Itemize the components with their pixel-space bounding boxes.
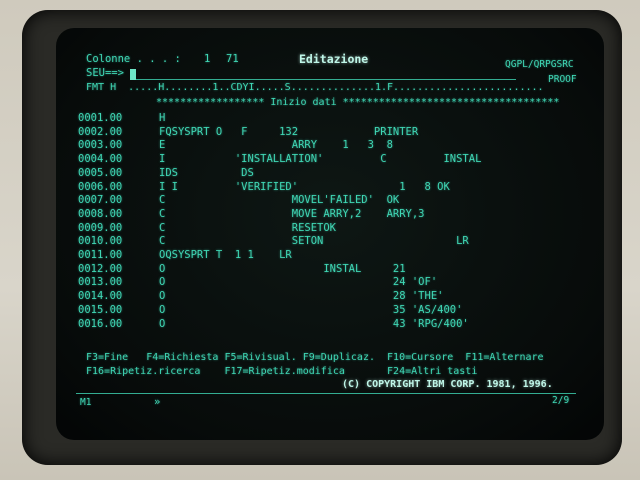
function-keys-line-1: F3=Fine F4=Richiesta F5=Rivisual. F9=Dup… (86, 352, 544, 363)
seu-command-prompt: SEU==> (86, 67, 124, 79)
source-line-code[interactable]: O 43 'RPG/400' (159, 318, 469, 331)
copyright-notice: (C) COPYRIGHT IBM CORP. 1981, 1996. (342, 379, 553, 390)
source-line-seq[interactable]: 0009.00 (78, 222, 122, 235)
source-line-seq[interactable]: 0013.00 (78, 276, 122, 289)
source-line-code[interactable]: E ARRY 1 3 8 (159, 139, 393, 152)
monitor-housing: Colonne . . . : 1 71 Editazione QGPL/QRP… (0, 0, 640, 480)
source-line-seq[interactable]: 0005.00 (78, 167, 122, 180)
source-line-code[interactable]: I 'INSTALLATION' C INSTAL (159, 153, 481, 166)
source-line-seq[interactable]: 0008.00 (78, 208, 122, 221)
screen-title: Editazione (299, 52, 369, 66)
source-line-code[interactable]: O 28 'THE' (159, 290, 443, 303)
source-line-code[interactable]: OQSYSPRT T 1 1 LR (159, 249, 292, 262)
source-line-seq[interactable]: 0012.00 (78, 263, 122, 276)
library-member: QGPL/QRPGSRC (505, 59, 574, 70)
source-line-code[interactable]: C RESETOK (159, 222, 336, 235)
command-line-underline[interactable] (136, 79, 516, 80)
source-member-name: PROOF (548, 74, 577, 85)
source-line-seq[interactable]: 0002.00 (78, 126, 122, 139)
source-line-seq[interactable]: 0006.00 (78, 181, 122, 194)
source-line-code[interactable]: O 35 'AS/400' (159, 304, 462, 317)
source-line-seq[interactable]: 0014.00 (78, 290, 122, 303)
source-line-seq[interactable]: 0004.00 (78, 153, 122, 166)
source-line-seq[interactable]: 0015.00 (78, 304, 122, 317)
source-line-code[interactable]: FQSYSPRT O F 132 PRINTER (159, 126, 418, 139)
columns-label: Colonne . . . : (86, 53, 181, 65)
source-line-code[interactable]: H (159, 112, 165, 125)
cursor-position: 2/9 (552, 395, 570, 406)
source-line-code[interactable]: O INSTAL 21 (159, 263, 406, 276)
source-line-code[interactable]: IDS DS (159, 167, 254, 180)
source-line-code[interactable]: O 24 'OF' (159, 276, 437, 289)
columns-from: 1 (204, 53, 211, 65)
source-line-seq[interactable]: 0001.00 (78, 112, 122, 125)
top-of-data-marker: ****************** Inizio dati *********… (156, 97, 560, 108)
source-line-code[interactable]: C MOVE ARRY,2 ARRY,3 (159, 208, 425, 221)
terminal-screen: Colonne . . . : 1 71 Editazione QGPL/QRP… (56, 28, 604, 440)
source-line-code[interactable]: C MOVEL'FAILED' OK (159, 194, 399, 207)
source-line-code[interactable]: C SETON LR (159, 235, 469, 248)
status-separator (76, 393, 576, 394)
source-line-seq[interactable]: 0003.00 (78, 139, 122, 152)
source-line-code[interactable]: I I 'VERIFIED' 1 8 OK (159, 181, 450, 194)
source-line-seq[interactable]: 0011.00 (78, 249, 122, 262)
insert-mode-indicator: » (154, 396, 161, 408)
source-line-seq[interactable]: 0016.00 (78, 318, 122, 331)
function-keys-line-2: F16=Ripetiz.ricerca F17=Ripetiz.modifica… (86, 366, 478, 377)
columns-to: 71 (226, 53, 239, 65)
source-line-seq[interactable]: 0007.00 (78, 194, 122, 207)
format-ruler: FMT H .....H........1..CDYI.....S.......… (86, 82, 544, 93)
status-message-indicator: M1 (80, 397, 92, 408)
source-line-seq[interactable]: 0010.00 (78, 235, 122, 248)
